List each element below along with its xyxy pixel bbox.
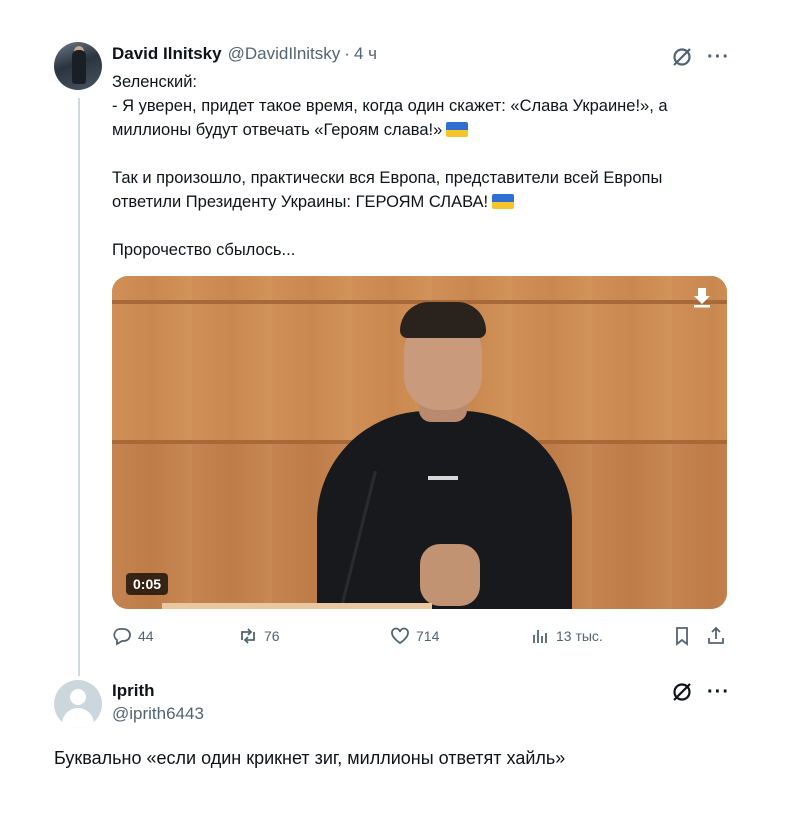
retweet-count: 76 (264, 628, 280, 644)
ukraine-flag-icon (492, 194, 515, 209)
download-icon[interactable] (691, 286, 713, 308)
ukraine-flag-icon (446, 122, 469, 137)
tweet-text-line: - Я уверен, придет такое время, когда од… (112, 97, 668, 115)
avatar-placeholder-head (70, 689, 86, 705)
share-button[interactable] (706, 626, 726, 646)
grok-icon[interactable] (671, 681, 693, 703)
reply-avatar[interactable] (54, 680, 102, 728)
views-button[interactable]: 13 тыс. (530, 626, 603, 646)
like-count: 714 (416, 628, 440, 644)
author-handle[interactable]: @DavidIlnitsky (228, 44, 341, 64)
desk-edge (162, 603, 432, 609)
heart-icon (391, 627, 409, 645)
avatar-placeholder-body (62, 708, 94, 728)
reply-text: Буквально «если один крикнет зиг, миллио… (54, 748, 566, 768)
avatar[interactable] (54, 42, 102, 90)
tweet-text-line: Пророчество сбылось... (112, 241, 296, 259)
share-icon (708, 626, 724, 644)
retweet-button[interactable]: 76 (238, 626, 280, 646)
tweet-top-icons: ··· (671, 46, 730, 68)
reply-author-name[interactable]: Iprith (112, 681, 155, 701)
speaker-hands (420, 544, 480, 606)
reply-button[interactable]: 44 (112, 626, 154, 646)
more-options-icon[interactable]: ··· (707, 47, 730, 67)
more-options-icon[interactable]: ··· (707, 682, 730, 702)
reply-author-handle[interactable]: @iprith6443 (112, 704, 204, 724)
avatar-figure (72, 50, 86, 84)
timestamp[interactable]: 4 ч (354, 44, 377, 64)
reply-top-icons: ··· (671, 681, 730, 703)
reply-count: 44 (138, 628, 154, 644)
views-count: 13 тыс. (556, 628, 603, 644)
author-name[interactable]: David Ilnitsky (112, 44, 222, 64)
views-icon (533, 630, 547, 643)
bookmark-icon (676, 627, 688, 646)
video-duration: 0:05 (126, 573, 169, 595)
bookmark-button[interactable] (672, 626, 692, 646)
like-button[interactable]: 714 (390, 626, 439, 646)
tweet-text: Зеленский: - Я уверен, придет такое врем… (112, 70, 732, 262)
grok-icon[interactable] (671, 46, 693, 68)
video-player[interactable]: 0:05 (112, 276, 727, 609)
tweet-header: David Ilnitsky @DavidIlnitsky · 4 ч (112, 44, 377, 64)
separator-dot: · (344, 44, 350, 63)
tweet-text-line: Зеленский: (112, 73, 197, 91)
tweet-text-line: Так и произошло, практически вся Европа,… (112, 169, 663, 187)
speaker-hair (400, 302, 486, 338)
tweet-text-line: ответили Президенту Украины: ГЕРОЯМ СЛАВ… (112, 193, 489, 211)
tweet-text-line: миллионы будут отвечать «Героям слава!» (112, 121, 443, 139)
action-bar: 44 76 714 13 тыс. (112, 626, 730, 650)
reply-icon (113, 628, 131, 646)
thread-line (78, 98, 80, 676)
retweet-icon (241, 628, 255, 644)
sweater-logo (428, 476, 458, 480)
